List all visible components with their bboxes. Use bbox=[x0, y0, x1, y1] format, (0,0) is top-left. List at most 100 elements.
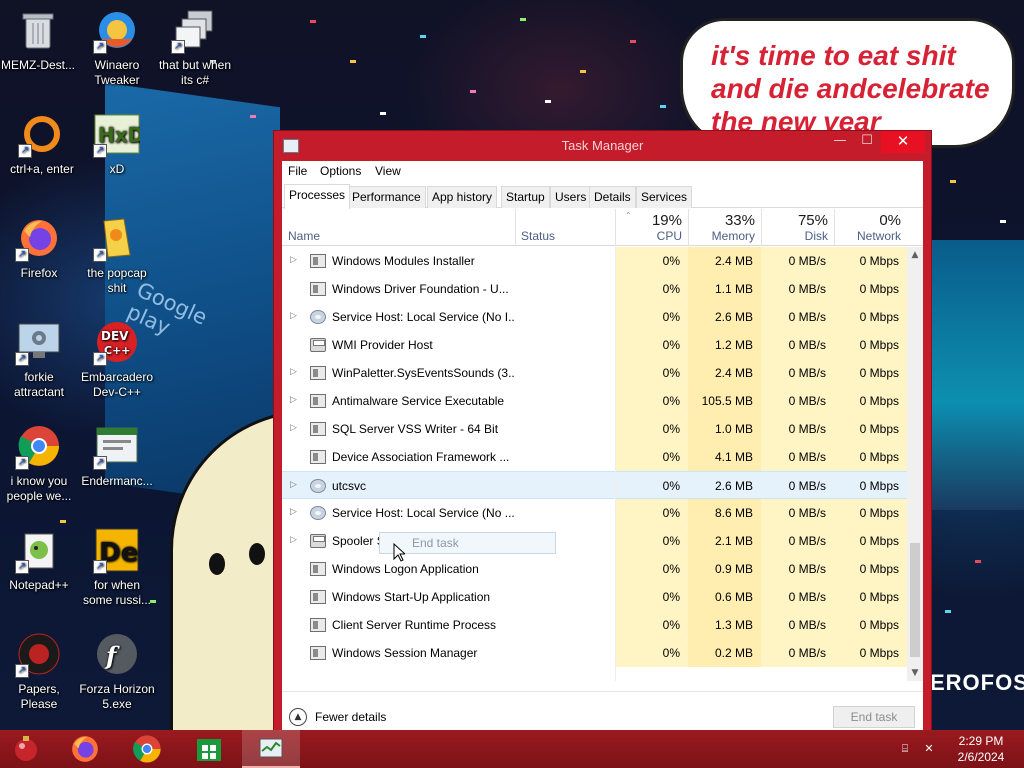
desktop-icon-papers-please[interactable]: ↗ Papers, Please bbox=[1, 630, 77, 712]
column-memory[interactable]: 33% Memory bbox=[688, 209, 761, 246]
expand-chevron-icon[interactable]: ▷ bbox=[290, 422, 300, 433]
expand-chevron-icon[interactable]: ▷ bbox=[290, 254, 300, 265]
end-task-button[interactable]: End task bbox=[833, 706, 915, 728]
column-status[interactable]: Status bbox=[515, 209, 615, 246]
tab-services[interactable]: Services bbox=[636, 186, 693, 208]
scroll-thumb[interactable] bbox=[910, 543, 920, 657]
desktop-icon-firefox[interactable]: ↗ Firefox bbox=[1, 214, 77, 281]
process-row[interactable]: Client Server Runtime Process 0% 1.3 MB 0 M… bbox=[282, 611, 907, 639]
shortcut-arrow-icon: ↗ bbox=[18, 144, 32, 158]
process-row[interactable]: ▷ Antimalware Service Executable 0% 105.5 M… bbox=[282, 387, 907, 415]
process-row[interactable]: WMI Provider Host 0% 1.2 MB 0 MB/s 0 Mbps bbox=[282, 331, 907, 359]
desktop-icon-label: Forza Horizon 5.exe bbox=[79, 682, 155, 711]
expand-chevron-icon[interactable]: ▷ bbox=[290, 506, 300, 517]
desktop-icon-memz[interactable]: MEMZ-Dest... bbox=[0, 6, 76, 73]
column-name[interactable]: Name bbox=[282, 209, 515, 246]
volume-muted-icon[interactable]: ✕ bbox=[922, 742, 936, 756]
column-cpu[interactable]: 19% CPU bbox=[615, 209, 688, 246]
hxd-icon: HxD ↗ bbox=[93, 110, 141, 158]
title-bar[interactable]: Task Manager — ☐ ✕ bbox=[274, 131, 931, 161]
start-button[interactable] bbox=[0, 730, 52, 768]
taskbar-firefox[interactable] bbox=[56, 730, 114, 768]
scroll-up-icon[interactable]: ▲ bbox=[907, 247, 923, 263]
maximize-button[interactable]: ☐ bbox=[854, 131, 880, 153]
process-row[interactable]: Windows Session Manager 0% 0.2 MB 0 MB/s 0 M… bbox=[282, 639, 907, 667]
chevron-up-icon[interactable]: ▲ bbox=[289, 708, 307, 726]
devcpp-icon: DEV C++ ↗ bbox=[93, 318, 141, 366]
tab-users[interactable]: Users bbox=[550, 186, 592, 208]
column-disk[interactable]: 75% Disk bbox=[761, 209, 834, 246]
taskbar-store[interactable] bbox=[180, 730, 238, 768]
process-row[interactable]: ▷ Service Host: Local Service (No ... 0% 8.… bbox=[282, 499, 907, 527]
process-memory-value: 4.1 MB bbox=[688, 443, 761, 471]
desktop-icon-i-know-you[interactable]: ↗ i know you people we... bbox=[1, 422, 77, 504]
process-row[interactable]: ▷ WinPaletter.SysEventsSounds (3... 0% 2.4 … bbox=[282, 359, 907, 387]
cartoon-eye bbox=[209, 553, 225, 575]
process-list: ▷ Windows Modules Installer 0% 2.4 MB 0 MB/s… bbox=[282, 247, 907, 681]
tab-app-history[interactable]: App history bbox=[427, 186, 498, 208]
desktop-icon-forkie[interactable]: ↗ forkie attractant bbox=[1, 318, 77, 400]
network-icon[interactable]: ⌸ bbox=[898, 742, 912, 756]
expand-chevron-icon[interactable]: ▷ bbox=[290, 310, 300, 321]
confetti-piece bbox=[1000, 220, 1006, 223]
process-row[interactable]: ▷ SQL Server VSS Writer - 64 Bit 0% 1.0 MB 0… bbox=[282, 415, 907, 443]
desktop-icon-winaero[interactable]: ↗ Winaero Tweaker bbox=[79, 6, 155, 88]
process-cpu-value: 0% bbox=[615, 415, 688, 443]
desktop-icon-popcap[interactable]: ↗ the popcap shit bbox=[79, 214, 155, 296]
process-icon bbox=[310, 254, 326, 268]
end-task-drag-item[interactable]: End task bbox=[379, 532, 556, 554]
process-row[interactable]: Windows Logon Application 0% 0.9 MB 0 MB/s 0… bbox=[282, 555, 907, 583]
process-cpu-value: 0% bbox=[615, 583, 688, 611]
tab-startup[interactable]: Startup bbox=[501, 186, 550, 208]
confetti-piece bbox=[660, 105, 666, 108]
process-row[interactable]: Windows Driver Foundation - U... 0% 1.1 MB… bbox=[282, 275, 907, 303]
firefox-icon bbox=[72, 736, 98, 762]
shortcut-arrow-icon: ↗ bbox=[93, 144, 107, 158]
fewer-details-link[interactable]: Fewer details bbox=[315, 710, 386, 724]
close-button[interactable]: ✕ bbox=[881, 131, 925, 153]
taskbar-task-manager[interactable] bbox=[242, 730, 300, 768]
column-network[interactable]: 0% Network bbox=[834, 209, 907, 246]
desktop-icon-csharp[interactable]: ↗ that but when its c# bbox=[157, 6, 233, 88]
tab-details[interactable]: Details bbox=[589, 186, 636, 208]
gear-service-icon bbox=[310, 479, 326, 493]
menu-options[interactable]: Options bbox=[320, 164, 361, 178]
process-disk-value: 0 MB/s bbox=[761, 443, 834, 471]
scroll-down-icon[interactable]: ▼ bbox=[907, 665, 923, 681]
process-row[interactable]: ▷ Service Host: Local Service (No I... 0% 2… bbox=[282, 303, 907, 331]
desktop-icon-endermanch[interactable]: ↗ Endermanc... bbox=[79, 422, 155, 489]
minimize-button[interactable]: — bbox=[827, 131, 853, 153]
desktop-icon-xd[interactable]: HxD ↗ xD bbox=[79, 110, 155, 177]
menu-view[interactable]: View bbox=[375, 164, 401, 178]
process-row[interactable]: ▷ Windows Modules Installer 0% 2.4 MB 0 MB/s… bbox=[282, 247, 907, 275]
tab-processes[interactable]: Processes bbox=[284, 184, 351, 209]
process-row[interactable]: ▷Spooler SubSystem App0%2.1 MB0 MB/s0 Mb… bbox=[282, 527, 907, 555]
process-cpu-value: 0% bbox=[615, 555, 688, 583]
papers-please-icon: ↗ bbox=[15, 630, 63, 678]
process-row[interactable]: Device Association Framework ... 0% 4.1 MB… bbox=[282, 443, 907, 471]
desktop-icon-notepad-plus[interactable]: ↗ Notepad++ bbox=[1, 526, 77, 593]
process-disk-value: 0 MB/s bbox=[761, 303, 834, 331]
desktop-icon-label: xD bbox=[109, 162, 125, 176]
process-row[interactable]: Windows Start-Up Application 0% 0.6 MB 0 MB… bbox=[282, 583, 907, 611]
taskbar-chrome[interactable] bbox=[118, 730, 176, 768]
task-manager-icon bbox=[259, 738, 283, 758]
expand-chevron-icon[interactable]: ▷ bbox=[290, 394, 300, 405]
start-ornament-icon bbox=[15, 736, 37, 761]
tab-performance[interactable]: Performance bbox=[347, 186, 426, 208]
memory-total: 33% bbox=[724, 212, 755, 229]
vertical-scrollbar[interactable]: ▲ ▼ bbox=[907, 247, 923, 681]
desktop-icon-russi[interactable]: De ↗ for when some russi... bbox=[79, 526, 155, 608]
popcap-icon: ↗ bbox=[93, 214, 141, 262]
expand-chevron-icon[interactable]: ▷ bbox=[290, 366, 300, 377]
desktop-icon-devcpp[interactable]: DEV C++ ↗ Embarcadero Dev-C++ bbox=[79, 318, 155, 400]
desktop-icon-ctrl-a[interactable]: ↗ ctrl+a, enter bbox=[4, 110, 80, 177]
process-memory-value: 2.4 MB bbox=[688, 359, 761, 387]
confetti-piece bbox=[950, 180, 956, 183]
menu-file[interactable]: File bbox=[288, 164, 307, 178]
expand-chevron-icon[interactable]: ▷ bbox=[290, 479, 300, 490]
taskbar-clock[interactable]: 2:29 PM 2/6/2024 bbox=[944, 733, 1018, 765]
expand-chevron-icon[interactable]: ▷ bbox=[290, 534, 300, 545]
process-row[interactable]: ▷ utcsvc 0% 2.6 MB 0 MB/s 0 Mbps bbox=[282, 471, 907, 499]
desktop-icon-forza[interactable]: f Forza Horizon 5.exe bbox=[79, 630, 155, 712]
